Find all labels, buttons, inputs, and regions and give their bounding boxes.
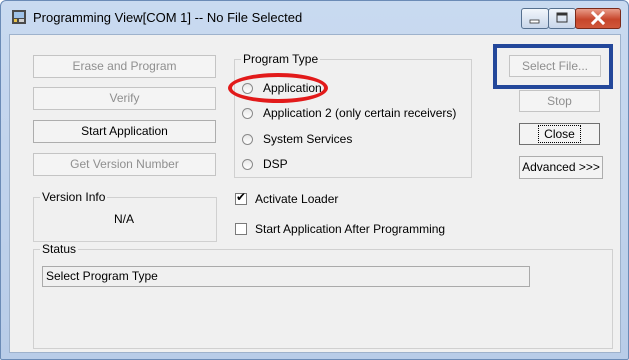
status-label: Status	[40, 242, 79, 256]
radio-application-2[interactable]: Application 2 (only certain receivers)	[242, 105, 456, 121]
programming-view-window: Programming View[COM 1] -- No File Selec…	[0, 0, 629, 360]
radio-application-2-label: Application 2 (only certain receivers)	[263, 106, 457, 120]
radio-icon	[242, 158, 253, 170]
radio-system-services[interactable]: System Services	[242, 131, 352, 147]
close-icon	[590, 10, 606, 26]
advanced-button[interactable]: Advanced >>>	[519, 156, 603, 179]
annotation-red-ellipse	[228, 73, 328, 103]
program-type-label: Program Type	[241, 52, 321, 66]
radio-dsp[interactable]: DSP	[242, 156, 288, 172]
version-info-value: N/A	[113, 212, 134, 226]
start-application-after-programming-checkbox[interactable]: Start Application After Programming	[235, 221, 445, 237]
activate-loader-checkbox[interactable]: ✔ Activate Loader	[235, 191, 338, 207]
close-window-button[interactable]	[575, 8, 621, 29]
verify-button[interactable]: Verify	[33, 87, 216, 110]
radio-icon	[242, 107, 253, 119]
app-icon	[12, 10, 26, 24]
radio-dsp-label: DSP	[263, 157, 288, 171]
close-button-label: Close	[538, 125, 581, 143]
checkbox-box: ✔	[235, 190, 247, 205]
checkbox-box	[235, 223, 247, 235]
radio-icon	[242, 133, 253, 145]
start-application-after-programming-label: Start Application After Programming	[255, 222, 446, 236]
get-version-number-button[interactable]: Get Version Number	[33, 153, 216, 176]
status-text-box: Select Program Type	[42, 266, 530, 287]
minimize-button[interactable]	[521, 8, 549, 29]
window-title: Programming View[COM 1] -- No File Selec…	[33, 10, 303, 25]
minimize-icon	[529, 19, 540, 24]
erase-and-program-button[interactable]: Erase and Program	[33, 55, 216, 78]
maximize-button[interactable]	[548, 8, 576, 29]
start-application-button[interactable]: Start Application	[33, 120, 216, 143]
maximize-icon	[556, 12, 568, 23]
version-info-group: Version Info N/A	[33, 190, 217, 242]
close-button[interactable]: Close	[519, 123, 600, 145]
check-icon: ✔	[236, 190, 247, 204]
radio-system-services-label: System Services	[263, 132, 353, 146]
status-group: Status Select Program Type	[33, 242, 613, 349]
stop-button[interactable]: Stop	[519, 90, 600, 112]
version-info-label: Version Info	[40, 190, 108, 204]
title-bar[interactable]: Programming View[COM 1] -- No File Selec…	[1, 1, 628, 34]
activate-loader-label: Activate Loader	[255, 192, 339, 206]
annotation-blue-rectangle	[493, 44, 613, 89]
